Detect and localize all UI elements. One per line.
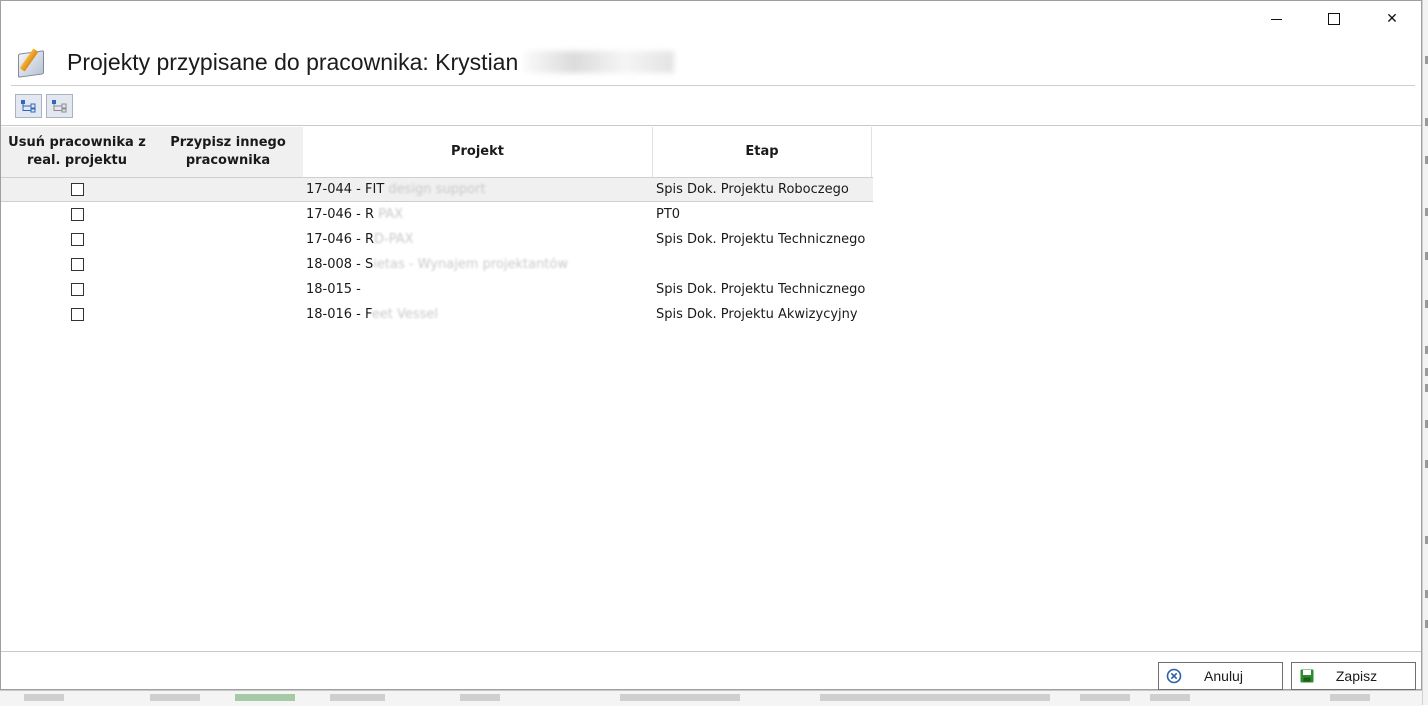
save-icon xyxy=(1298,667,1316,685)
column-header-stage[interactable]: Etap xyxy=(653,127,872,177)
collapse-tree-icon xyxy=(51,100,66,113)
collapse-tree-button[interactable] xyxy=(46,94,73,118)
project-cell: 17-046 - R PAX xyxy=(303,207,653,222)
remove-cell xyxy=(1,258,153,271)
stage-cell: Spis Dok. Projektu Technicznego xyxy=(656,232,866,247)
expand-tree-icon xyxy=(20,100,35,113)
toolbar xyxy=(15,94,73,118)
column-header-project[interactable]: Projekt xyxy=(303,127,653,177)
remove-employee-checkbox[interactable] xyxy=(70,283,84,296)
remove-cell xyxy=(1,208,153,221)
stage-cell: Spis Dok. Projektu Roboczego xyxy=(656,182,849,197)
expand-tree-button[interactable] xyxy=(15,94,42,118)
remove-cell xyxy=(1,308,153,321)
window-controls: ✕ xyxy=(1247,1,1421,37)
project-cell: 17-046 - RD-PAX xyxy=(303,232,653,247)
stage-cell: Spis Dok. Projektu Akwizycyjny xyxy=(656,307,858,322)
remove-employee-checkbox[interactable] xyxy=(70,183,84,196)
close-icon: ✕ xyxy=(1386,11,1398,27)
project-cell: 17-044 - FIT design support xyxy=(303,182,653,197)
table-row[interactable]: 18-016 - Feet Vessel Spis Dok. Projektu … xyxy=(1,302,873,327)
stage-cell: PT0 xyxy=(656,207,681,222)
minimize-button[interactable] xyxy=(1247,1,1305,37)
project-code: 18-008 - S xyxy=(306,257,374,272)
table-row[interactable]: 17-044 - FIT design support Spis Dok. Pr… xyxy=(1,177,873,202)
column-header-remove[interactable]: Usuń pracownika z real. projektu xyxy=(1,127,153,177)
table-row[interactable]: 17-046 - R PAX PT0 xyxy=(1,202,873,227)
project-code: 18-015 - xyxy=(306,282,361,297)
stage-cell: Spis Dok. Projektu Technicznego xyxy=(656,282,866,297)
project-cell: 18-015 - xyxy=(303,282,653,297)
save-button[interactable]: Zapisz xyxy=(1291,662,1416,690)
maximize-button[interactable] xyxy=(1305,1,1363,37)
table-row[interactable]: 18-008 - Sietas - Wynajem projektantów xyxy=(1,252,873,277)
remove-cell xyxy=(1,233,153,246)
dialog-window: ✕ Projekty przypisane do pracownika: Kry… xyxy=(0,0,1422,690)
toolbar-divider xyxy=(1,125,1421,126)
redacted-surname xyxy=(524,51,675,73)
table-row[interactable]: 17-046 - RD-PAX Spis Dok. Projektu Techn… xyxy=(1,227,873,252)
footer-divider xyxy=(1,651,1421,652)
background-window-row xyxy=(0,690,1422,706)
project-cell: 18-016 - Feet Vessel xyxy=(303,307,653,322)
maximize-icon xyxy=(1328,13,1340,25)
project-name-redacted: PAX xyxy=(378,207,403,222)
minimize-icon xyxy=(1270,18,1282,20)
save-button-label: Zapisz xyxy=(1335,668,1378,684)
project-code: 18-016 - F xyxy=(306,307,372,322)
remove-employee-checkbox[interactable] xyxy=(70,308,84,321)
project-cell: 18-008 - Sietas - Wynajem projektantów xyxy=(303,257,653,272)
title-divider xyxy=(11,85,1415,86)
page-title: Projekty przypisane do pracownika: Kryst… xyxy=(67,48,519,75)
cancel-button[interactable]: Anuluj xyxy=(1158,662,1283,690)
project-name-redacted: eet Vessel xyxy=(371,307,439,322)
drafting-app-icon xyxy=(15,46,47,78)
project-code: 17-044 - FIT xyxy=(306,182,385,197)
cancel-icon xyxy=(1165,667,1183,685)
project-code: 17-046 - R xyxy=(306,232,375,247)
close-button[interactable]: ✕ xyxy=(1363,1,1421,37)
remove-cell xyxy=(1,283,153,296)
project-code: 17-046 - R xyxy=(306,207,375,222)
title-area: Projekty przypisane do pracownika: Kryst… xyxy=(15,43,675,81)
grid-header: Usuń pracownika z real. projektu Przypis… xyxy=(1,127,873,177)
table-row[interactable]: 18-015 - Spis Dok. Projektu Technicznego xyxy=(1,277,873,302)
project-name-redacted: design support xyxy=(388,182,486,197)
projects-grid: Usuń pracownika z real. projektu Przypis… xyxy=(1,127,873,327)
remove-employee-checkbox[interactable] xyxy=(70,258,84,271)
column-header-assign[interactable]: Przypisz innego pracownika xyxy=(153,127,303,177)
remove-employee-checkbox[interactable] xyxy=(70,233,84,246)
project-name-redacted: ietas - Wynajem projektantów xyxy=(373,257,568,272)
cancel-button-label: Anuluj xyxy=(1204,668,1243,684)
project-name-redacted: D-PAX xyxy=(374,232,414,247)
remove-cell xyxy=(1,183,153,196)
remove-employee-checkbox[interactable] xyxy=(70,208,84,221)
background-window-edge xyxy=(1422,0,1428,705)
